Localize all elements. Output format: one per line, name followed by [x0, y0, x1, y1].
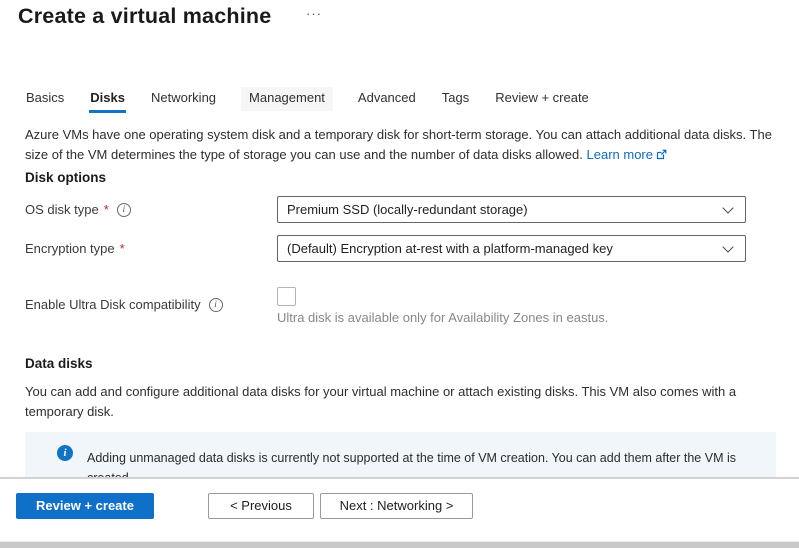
data-disks-heading: Data disks	[25, 356, 93, 371]
required-asterisk: *	[104, 202, 109, 217]
previous-button[interactable]: < Previous	[208, 493, 314, 519]
info-banner: i Adding unmanaged data disks is current…	[25, 432, 776, 477]
footer-bar: Review + create < Previous Next : Networ…	[0, 479, 799, 541]
tab-advanced[interactable]: Advanced	[357, 87, 417, 111]
data-disks-description: You can add and configure additional dat…	[25, 382, 777, 421]
encryption-type-label: Encryption type*	[25, 241, 125, 256]
encryption-type-value: (Default) Encryption at-rest with a plat…	[287, 241, 613, 256]
tab-disks[interactable]: Disks	[89, 87, 126, 111]
ultra-disk-info-icon[interactable]: i	[209, 298, 223, 312]
more-options-icon[interactable]: ···	[306, 6, 322, 21]
chevron-down-icon	[722, 241, 733, 252]
tab-review-create[interactable]: Review + create	[494, 87, 590, 111]
disk-options-heading: Disk options	[25, 170, 106, 185]
window-bottom-scrollbar[interactable]	[0, 541, 799, 548]
info-banner-text: Adding unmanaged data disks is currently…	[87, 448, 742, 477]
info-icon: i	[57, 445, 73, 461]
learn-more-link[interactable]: Learn more	[587, 147, 667, 162]
tab-basics[interactable]: Basics	[25, 87, 65, 111]
os-disk-type-info-icon[interactable]: i	[117, 203, 131, 217]
os-disk-type-dropdown[interactable]: Premium SSD (locally-redundant storage)	[277, 196, 746, 223]
tab-tags[interactable]: Tags	[441, 87, 470, 111]
required-asterisk: *	[120, 241, 125, 256]
external-link-icon	[656, 149, 667, 160]
review-create-button[interactable]: Review + create	[16, 493, 154, 519]
tab-networking[interactable]: Networking	[150, 87, 217, 111]
tab-management[interactable]: Management	[241, 87, 333, 111]
ultra-disk-label: Enable Ultra Disk compatibility i	[25, 297, 223, 312]
ultra-disk-helper-text: Ultra disk is available only for Availab…	[277, 310, 608, 325]
next-networking-button[interactable]: Next : Networking >	[320, 493, 473, 519]
page-title: Create a virtual machine	[18, 4, 271, 29]
encryption-type-dropdown[interactable]: (Default) Encryption at-rest with a plat…	[277, 235, 746, 262]
ultra-disk-checkbox[interactable]	[277, 287, 296, 306]
chevron-down-icon	[722, 202, 733, 213]
disks-intro-text: Azure VMs have one operating system disk…	[25, 125, 777, 164]
wizard-tab-strip: Basics Disks Networking Management Advan…	[25, 87, 590, 111]
os-disk-type-label: OS disk type* i	[25, 202, 131, 217]
os-disk-type-value: Premium SSD (locally-redundant storage)	[287, 202, 528, 217]
